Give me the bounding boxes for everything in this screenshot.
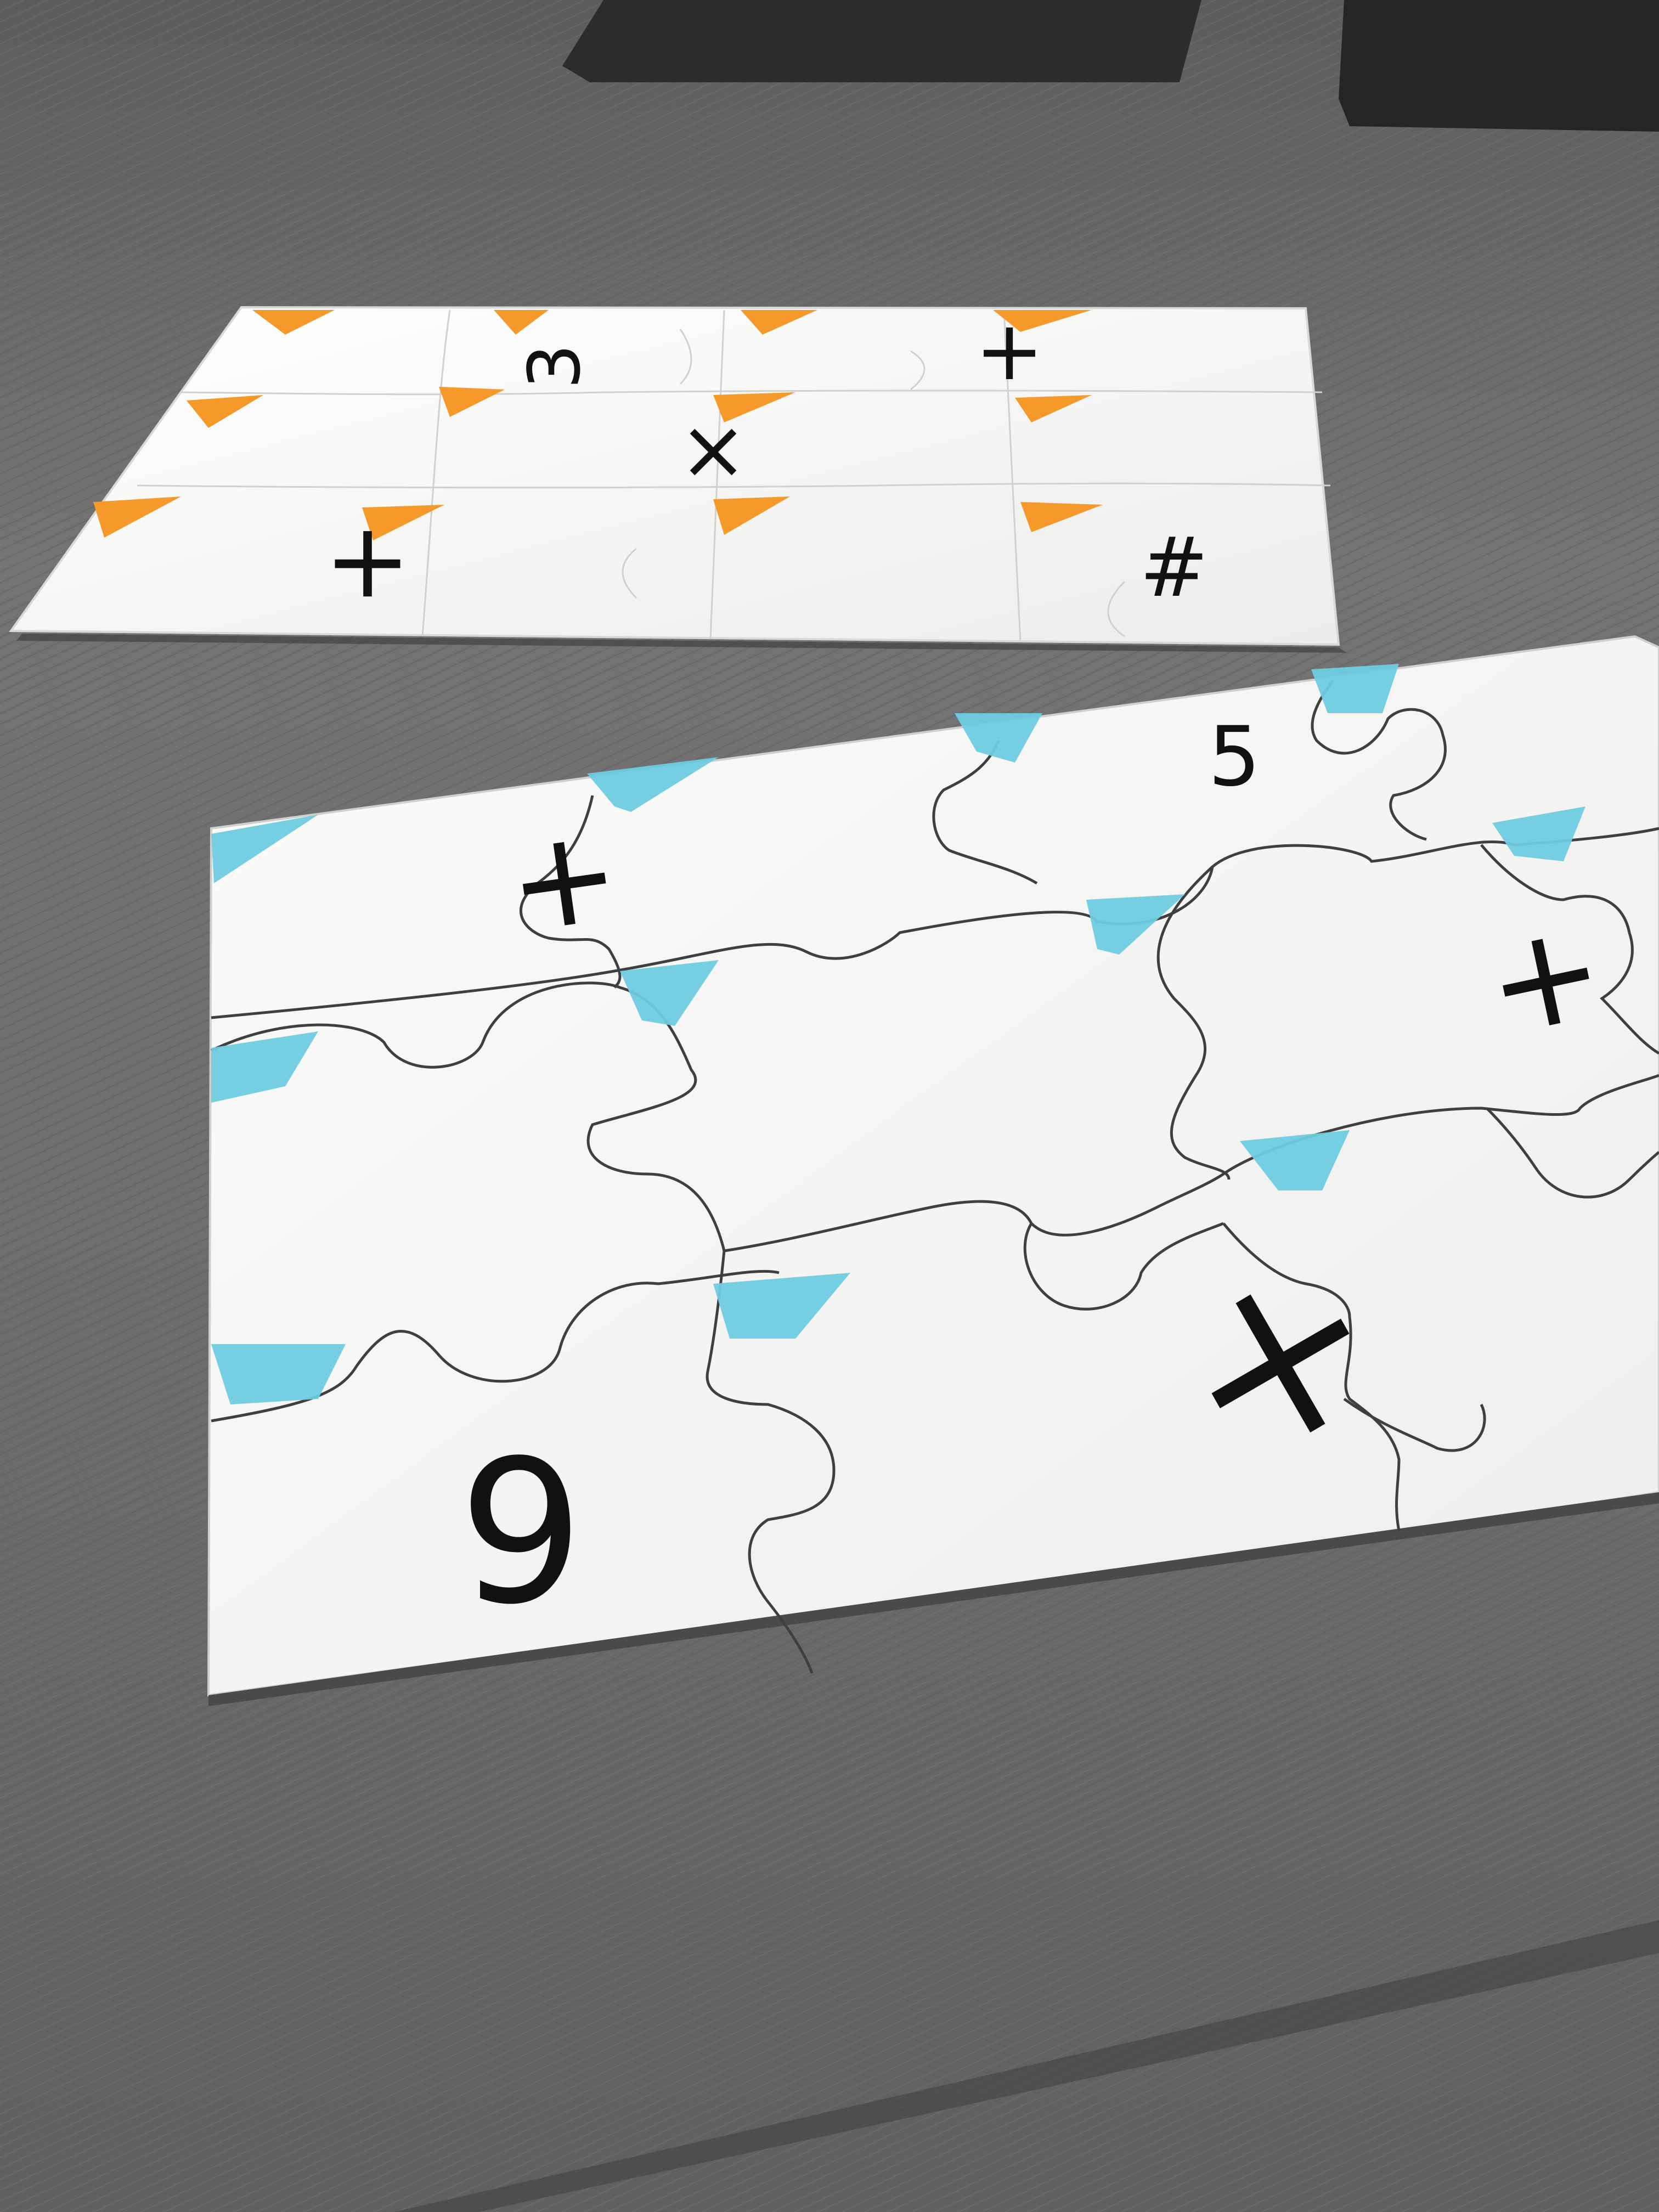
front-symbol-5: 5 bbox=[1208, 709, 1260, 805]
dark-object-right bbox=[1339, 0, 1659, 132]
dark-object-left bbox=[562, 0, 1201, 82]
back-symbol-plus-top: + bbox=[975, 303, 1044, 399]
back-symbol-plus-bottom: + bbox=[324, 500, 411, 621]
front-symbol-plus-left: + bbox=[499, 795, 629, 963]
back-symbol-times: × bbox=[679, 402, 748, 498]
scene: 3 + × + # 5 + + × 9 bbox=[0, 0, 1659, 2212]
back-symbol-hash: # bbox=[1139, 520, 1209, 616]
front-symbol-9: 9 bbox=[458, 1418, 584, 1647]
back-symbol-3: 3 bbox=[513, 344, 596, 390]
